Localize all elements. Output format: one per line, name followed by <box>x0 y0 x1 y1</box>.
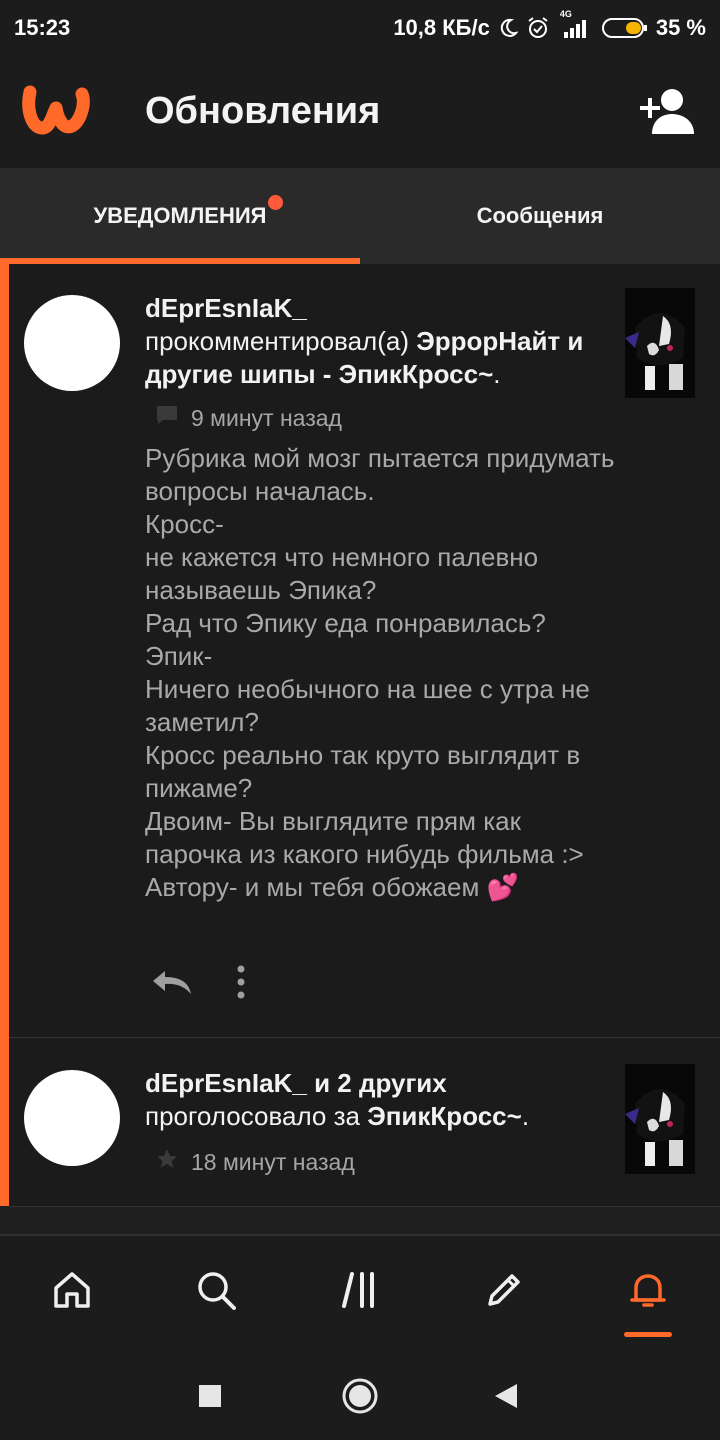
tab-notifications-label: УВЕДОМЛЕНИЯ <box>93 203 267 228</box>
unread-accent-bar <box>0 264 9 1206</box>
moon-icon <box>498 18 518 38</box>
nav-active-indicator <box>624 1332 672 1337</box>
avatar[interactable] <box>24 1070 120 1166</box>
tab-notifications[interactable]: УВЕДОМЛЕНИЯ <box>0 168 360 264</box>
network-speed: 10,8 КБ/с <box>393 15 490 40</box>
punctuation: . <box>493 359 501 389</box>
nav-notifications[interactable] <box>622 1266 674 1318</box>
notification-feed[interactable]: dEprEsnIaK_ прокомментировал(а) ЭррорНай… <box>0 264 720 1234</box>
battery-icon <box>601 16 648 40</box>
action-text: проголосовало за <box>145 1101 360 1131</box>
unread-dot <box>268 195 283 210</box>
pencil-icon <box>482 1268 526 1317</box>
library-icon <box>338 1268 382 1317</box>
status-bar: 15:23 10,8 КБ/с 4G 35 % <box>0 0 720 56</box>
tab-bar: УВЕДОМЛЕНИЯ Сообщения <box>0 168 720 264</box>
story-thumbnail[interactable] <box>625 1064 695 1174</box>
home-icon <box>50 1268 94 1317</box>
star-icon <box>155 1147 179 1177</box>
tab-messages[interactable]: Сообщения <box>360 168 720 264</box>
timestamp: 9 минут назад <box>191 404 342 431</box>
username[interactable]: dEprEsnIaK_ <box>145 1068 307 1098</box>
nav-library[interactable] <box>334 1266 386 1318</box>
home-button-icon[interactable] <box>340 1376 380 1416</box>
username[interactable]: dEprEsnIaK_ <box>145 293 307 323</box>
comment-actions <box>149 964 247 1005</box>
app-bar: Обновления <box>0 56 720 168</box>
network-type: 4G <box>559 9 572 19</box>
heart-emoji: 💕 <box>486 872 519 902</box>
page-title: Обновления <box>145 90 381 132</box>
status-time: 15:23 <box>14 15 71 40</box>
notification-headline: dEprEsnIaK_ и 2 других проголосовало за … <box>145 1067 605 1133</box>
search-icon <box>194 1268 238 1317</box>
more-options-icon[interactable] <box>235 964 247 1005</box>
status-icons: 10,8 КБ/с 4G 35 % <box>393 9 706 41</box>
back-icon[interactable] <box>486 1376 526 1416</box>
battery-percent: 35 % <box>655 15 706 40</box>
comment-body: Рубрика мой мозг пытается придумать вопр… <box>145 442 615 904</box>
add-user-icon[interactable] <box>636 86 698 136</box>
notification-headline: dEprEsnIaK_ прокомментировал(а) ЭррорНай… <box>145 292 605 391</box>
avatar[interactable] <box>24 295 120 391</box>
punctuation: . <box>521 1101 530 1131</box>
notification-meta: 18 минут назад <box>155 1147 355 1177</box>
action-text: прокомментировал(а) <box>145 326 409 356</box>
nav-search[interactable] <box>190 1266 242 1318</box>
story-thumbnail[interactable] <box>625 288 695 398</box>
reply-icon[interactable] <box>149 967 195 1002</box>
recent-apps-icon[interactable] <box>190 1376 230 1416</box>
comment-text: Рубрика мой мозг пытается придумать вопр… <box>145 443 615 902</box>
tab-messages-label: Сообщения <box>476 203 604 228</box>
others-count: и 2 других <box>314 1068 447 1098</box>
nav-home[interactable] <box>46 1266 98 1318</box>
bell-icon <box>626 1268 670 1317</box>
bottom-navigation <box>0 1234 720 1350</box>
wattpad-logo-icon[interactable] <box>22 80 90 140</box>
timestamp: 18 минут назад <box>191 1148 355 1175</box>
signal-icon: 4G <box>558 9 594 39</box>
notification-item-vote[interactable]: dEprEsnIaK_ и 2 других проголосовало за … <box>9 1039 720 1207</box>
story-title[interactable]: ЭпикКросс~ <box>367 1101 522 1131</box>
notification-meta: 9 минут назад <box>155 404 342 432</box>
notification-item-comment[interactable]: dEprEsnIaK_ прокомментировал(а) ЭррорНай… <box>9 264 720 1038</box>
system-navigation <box>0 1350 720 1440</box>
comment-icon <box>155 404 179 432</box>
alarm-icon <box>526 16 550 40</box>
nav-write[interactable] <box>478 1266 530 1318</box>
